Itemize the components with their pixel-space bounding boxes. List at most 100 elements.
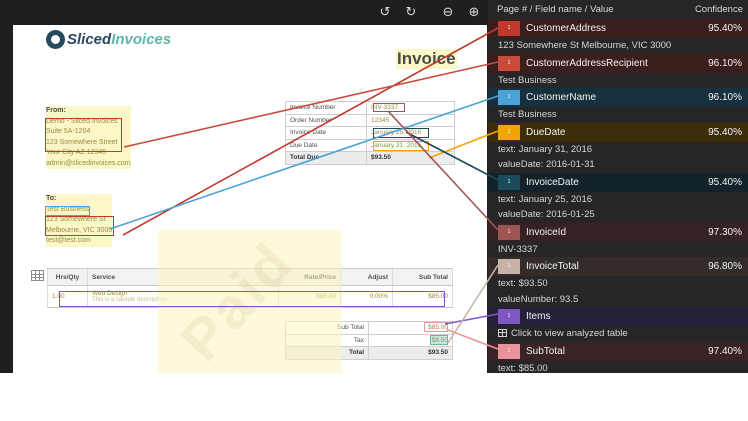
meta-label: Due Date bbox=[285, 138, 367, 152]
field-confidence: 97.30% bbox=[708, 226, 742, 238]
page-number-badge: 1 bbox=[498, 343, 520, 359]
zoom-in-icon[interactable]: ⊕ bbox=[464, 3, 484, 23]
box-invoice-date[interactable] bbox=[373, 128, 429, 138]
panel-header-left: Page # / Field name / Value bbox=[497, 4, 614, 15]
field-value: valueDate: 2016-01-25 bbox=[498, 209, 595, 220]
to-heading: To: bbox=[46, 194, 113, 205]
col-header: Service bbox=[87, 268, 279, 286]
field-name: InvoiceId bbox=[526, 226, 567, 238]
rotate-left-icon[interactable]: ↺ bbox=[375, 3, 395, 23]
summary-row: Total $93.50 bbox=[285, 346, 453, 360]
summary-row: Tax $8.50 bbox=[285, 333, 453, 347]
view-table-link[interactable]: Click to view analyzed table bbox=[488, 326, 748, 342]
field-value: valueNumber: 93.5 bbox=[498, 293, 579, 305]
summary-label: Tax bbox=[285, 333, 369, 347]
box-tax[interactable] bbox=[430, 335, 448, 345]
zoom-out-icon[interactable]: ⊖ bbox=[438, 3, 458, 23]
document-viewer: ↺ ↻ ⊖ ⊕ SlicedInvoices Invoice From: Dem… bbox=[0, 0, 488, 373]
view-table-label: Click to view analyzed table bbox=[511, 328, 628, 339]
field-confidence: 95.40% bbox=[708, 176, 742, 188]
from-line: admin@slicedinvoices.com bbox=[46, 158, 131, 169]
field-value: 123 Somewhere St Melbourne, VIC 3000 bbox=[498, 40, 672, 51]
col-header: Rate/Price bbox=[278, 268, 341, 286]
field-row[interactable]: 1 DueDate 95.40% bbox=[488, 122, 748, 142]
field-name: CustomerAddressRecipient bbox=[526, 57, 648, 69]
field-confidence: 95.40% bbox=[708, 23, 742, 34]
panel-header: Page # / Field name / Value Confidence bbox=[488, 0, 748, 19]
page-number-badge: 1 bbox=[498, 90, 520, 105]
page-number-badge: 1 bbox=[498, 21, 520, 36]
field-value: Test Business bbox=[498, 74, 557, 86]
field-name: Items bbox=[526, 311, 551, 322]
field-value: text: $85.00 bbox=[498, 362, 548, 374]
field-row[interactable]: 1 CustomerName 96.10% bbox=[488, 88, 748, 107]
field-confidence: 96.10% bbox=[708, 92, 742, 103]
page-number-badge: 1 bbox=[498, 124, 520, 140]
field-name: DueDate bbox=[526, 126, 566, 138]
box-invoice-id[interactable] bbox=[373, 103, 405, 112]
page-number-badge: 1 bbox=[498, 259, 520, 274]
field-name: InvoiceDate bbox=[526, 176, 579, 188]
box-items[interactable] bbox=[59, 291, 445, 307]
field-row[interactable]: 1 InvoiceId 97.30% bbox=[488, 222, 748, 242]
results-panel: Page # / Field name / Value Confidence 1… bbox=[488, 0, 748, 373]
summary-label: Total bbox=[285, 346, 369, 360]
field-row[interactable]: 1 InvoiceTotal 96.80% bbox=[488, 257, 748, 276]
field-value: INV-3337 bbox=[498, 243, 538, 255]
field-value: text: January 25, 2016 bbox=[498, 193, 593, 205]
field-confidence: 96.10% bbox=[708, 57, 742, 69]
meta-value: $93.50 bbox=[366, 151, 455, 165]
rotate-right-icon[interactable]: ↻ bbox=[401, 3, 421, 23]
box-from[interactable] bbox=[45, 118, 122, 152]
invoice-meta-table: Invoice Number INV-3337 Order Number 12345… bbox=[285, 101, 455, 165]
meta-row: Invoice Date January 25, 2016 bbox=[285, 126, 455, 140]
field-list: 1 CustomerAddress 95.40% 123 Somewhere St M… bbox=[488, 19, 748, 373]
meta-row: Invoice Number INV-3337 bbox=[285, 101, 455, 115]
meta-label: Invoice Number bbox=[285, 101, 367, 115]
col-header: Adjust bbox=[340, 268, 393, 286]
field-value: Test Business bbox=[498, 109, 557, 120]
page-number-badge: 1 bbox=[498, 224, 520, 240]
page-number-badge: 1 bbox=[498, 174, 520, 190]
meta-row: Due Date January 31, 2016 bbox=[285, 138, 455, 152]
meta-label: Invoice Date bbox=[285, 126, 367, 140]
box-due-date[interactable] bbox=[373, 141, 429, 151]
field-confidence: 96.80% bbox=[708, 261, 742, 272]
box-customer-address[interactable] bbox=[45, 216, 114, 236]
summary-value: $93.50 bbox=[368, 346, 453, 360]
to-line: test@test.com bbox=[46, 236, 113, 247]
field-row[interactable]: 1 CustomerAddressRecipient 96.10% bbox=[488, 53, 748, 73]
col-header: Sub Total bbox=[392, 268, 453, 286]
page-number-badge: 1 bbox=[498, 55, 520, 71]
meta-row: Order Number 12345 bbox=[285, 113, 455, 127]
invoice-title: Invoice bbox=[396, 49, 457, 69]
field-confidence: 97.40% bbox=[708, 345, 742, 357]
from-heading: From: bbox=[46, 106, 131, 117]
field-row[interactable]: 1 SubTotal 97.40% bbox=[488, 341, 748, 361]
box-customer-name[interactable] bbox=[45, 206, 90, 216]
meta-value: 12345 bbox=[366, 113, 455, 127]
panel-header-right: Confidence bbox=[694, 4, 743, 15]
col-header: Hrs/Qty bbox=[47, 268, 88, 286]
field-value: text: January 31, 2016 bbox=[498, 143, 593, 155]
logo: SlicedInvoices bbox=[67, 31, 172, 48]
field-row[interactable]: 1 CustomerAddress 95.40% bbox=[488, 19, 748, 38]
summary-label: Sub Total bbox=[285, 321, 369, 335]
field-value: text: $93.50 bbox=[498, 278, 548, 289]
page-number-badge: 1 bbox=[498, 309, 520, 324]
meta-row: Total Due $93.50 bbox=[285, 151, 455, 165]
field-row[interactable]: 1 Items bbox=[488, 307, 748, 326]
field-row[interactable]: 1 InvoiceDate 95.40% bbox=[488, 172, 748, 192]
field-confidence: 95.40% bbox=[708, 126, 742, 138]
table-icon[interactable] bbox=[31, 270, 44, 281]
field-name: SubTotal bbox=[526, 345, 565, 357]
meta-label: Total Due bbox=[285, 151, 367, 165]
logo-icon bbox=[46, 30, 65, 49]
invoice-page: SlicedInvoices Invoice From: Demo - Slic… bbox=[13, 25, 487, 373]
table-icon bbox=[498, 329, 507, 337]
field-name: CustomerName bbox=[526, 92, 597, 103]
box-subtotal[interactable] bbox=[424, 322, 448, 332]
field-value: valueDate: 2016-01-31 bbox=[498, 159, 595, 170]
field-name: InvoiceTotal bbox=[526, 261, 579, 272]
field-name: CustomerAddress bbox=[526, 23, 607, 34]
